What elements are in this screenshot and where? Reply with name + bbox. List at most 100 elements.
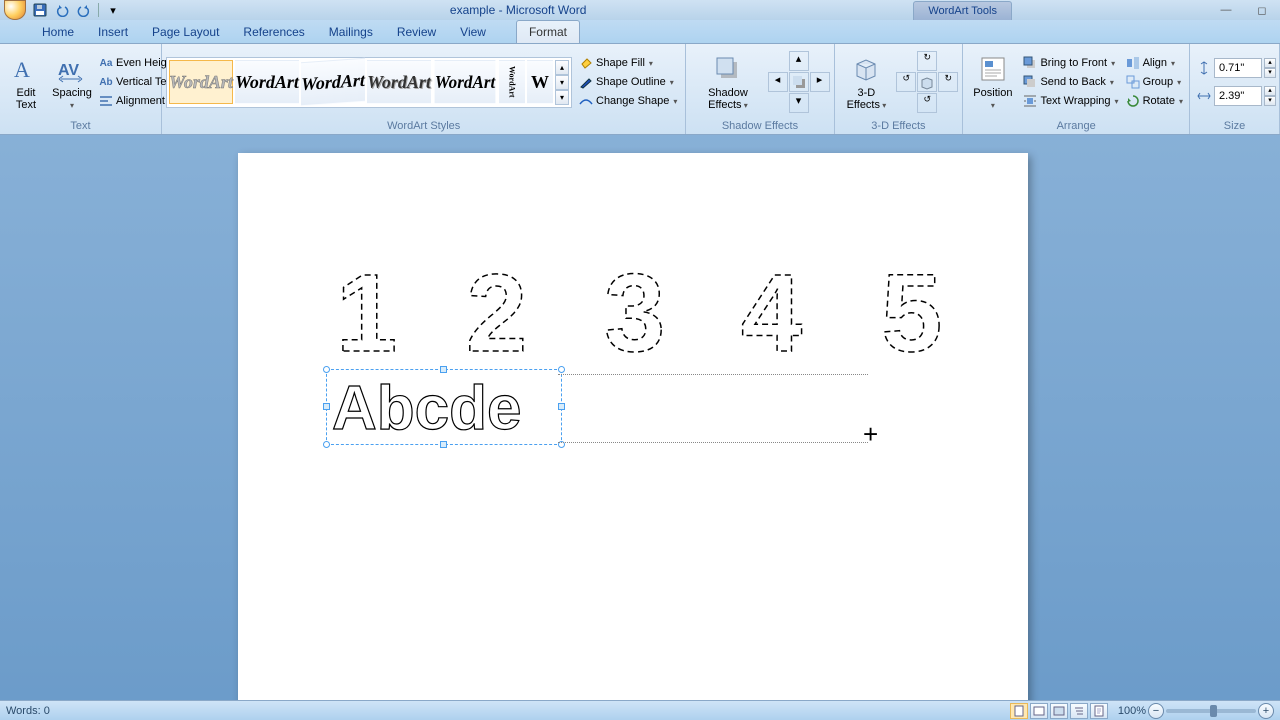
wordart-style-2[interactable]: WordArt: [235, 60, 299, 104]
tab-format[interactable]: Format: [516, 20, 580, 43]
group-label-3d: 3-D Effects: [839, 118, 959, 134]
cursor-crosshair: +: [863, 419, 878, 450]
zoom-in-button[interactable]: +: [1258, 703, 1274, 719]
svg-text:3: 3: [604, 252, 665, 371]
shape-fill-button[interactable]: Shape Fill: [576, 54, 679, 72]
shadow-effects-button[interactable]: Shadow Effects: [690, 51, 765, 113]
status-words[interactable]: Words: 0: [6, 705, 50, 717]
view-web-layout[interactable]: [1050, 703, 1068, 719]
view-outline[interactable]: [1070, 703, 1088, 719]
zoom-level[interactable]: 100%: [1118, 705, 1146, 717]
gallery-scroll-down[interactable]: ▾: [555, 75, 569, 90]
shape-outline-button[interactable]: Shape Outline: [576, 73, 679, 91]
group-label-shadow: Shadow Effects: [690, 118, 829, 134]
width-input[interactable]: [1214, 86, 1262, 106]
change-shape-icon: [578, 93, 594, 109]
3d-effects-button[interactable]: 3-D Effects: [839, 51, 895, 113]
width-spin-up[interactable]: ▴: [1264, 86, 1276, 96]
paint-bucket-icon: [578, 55, 594, 71]
window-title: example - Microsoft Word: [123, 3, 913, 17]
wordart-style-6[interactable]: WordArt: [499, 60, 525, 104]
wordart-style-4[interactable]: WordArt: [367, 60, 431, 104]
position-icon: [977, 53, 1009, 85]
height-icon: [1196, 60, 1212, 76]
tab-insert[interactable]: Insert: [86, 21, 140, 43]
cube-icon: [850, 53, 882, 85]
tilt-up[interactable]: ↻: [917, 51, 937, 71]
office-button[interactable]: [4, 0, 26, 20]
change-shape-button[interactable]: Change Shape: [576, 92, 679, 110]
save-icon[interactable]: [30, 1, 50, 19]
ribbon-tabs: Home Insert Page Layout References Maili…: [0, 20, 1280, 44]
nudge-shadow-up[interactable]: ▴: [789, 51, 809, 71]
redo-icon[interactable]: [74, 1, 94, 19]
svg-text:2: 2: [466, 252, 527, 371]
group-button[interactable]: Group: [1123, 73, 1185, 91]
bring-to-front-button[interactable]: Bring to Front: [1020, 54, 1120, 72]
group-label-wordart-styles: WordArt Styles: [166, 118, 681, 134]
tilt-left[interactable]: ↺: [896, 72, 916, 92]
gallery-more-button[interactable]: ▾: [555, 90, 569, 105]
rotate-icon: [1125, 93, 1141, 109]
vertical-text-icon: Ab: [98, 74, 114, 90]
zoom-slider[interactable]: [1166, 709, 1256, 713]
align-icon: [1125, 55, 1141, 71]
group-label-arrange: Arrange: [967, 118, 1185, 134]
tab-mailings[interactable]: Mailings: [317, 21, 385, 43]
minimize-button[interactable]: —: [1212, 2, 1240, 18]
edit-text-icon: A: [10, 53, 42, 85]
align-button[interactable]: Align: [1123, 54, 1185, 72]
even-height-icon: Aa: [98, 55, 114, 71]
3d-toggle[interactable]: [917, 72, 937, 92]
wordart-style-7[interactable]: W: [527, 60, 553, 104]
bring-front-icon: [1022, 55, 1038, 71]
nudge-shadow-right[interactable]: ▸: [810, 72, 830, 92]
text-wrapping-button[interactable]: Text Wrapping: [1020, 92, 1120, 110]
height-input[interactable]: [1214, 58, 1262, 78]
wordart-style-5[interactable]: WordArt: [435, 60, 496, 104]
contextual-tab-label: WordArt Tools: [913, 1, 1012, 20]
view-draft[interactable]: [1090, 703, 1108, 719]
width-spin-down[interactable]: ▾: [1264, 96, 1276, 106]
pencil-icon: [578, 74, 594, 90]
nudge-shadow-left[interactable]: ◂: [768, 72, 788, 92]
wordart-style-gallery[interactable]: WordArt WordArt WordArt WordArt WordArt …: [166, 57, 572, 108]
height-spin-up[interactable]: ▴: [1264, 58, 1276, 68]
wordart-style-3[interactable]: WordArt: [301, 58, 365, 106]
ribbon: A Edit Text AV Spacing AaEven Height AbV…: [0, 44, 1280, 135]
document-area[interactable]: 1 2 3 4 5 Abcde +: [0, 135, 1280, 700]
tab-home[interactable]: Home: [30, 21, 86, 43]
quick-access-toolbar: ▾: [30, 1, 123, 19]
qat-customize-icon[interactable]: ▾: [103, 1, 123, 19]
edit-text-button[interactable]: A Edit Text: [4, 51, 48, 113]
send-back-icon: [1022, 74, 1038, 90]
tab-review[interactable]: Review: [385, 21, 448, 43]
tab-page-layout[interactable]: Page Layout: [140, 21, 231, 43]
undo-icon[interactable]: [52, 1, 72, 19]
tab-references[interactable]: References: [231, 21, 316, 43]
rotate-button[interactable]: Rotate: [1123, 92, 1185, 110]
group-label-size: Size: [1194, 118, 1275, 134]
svg-text:A: A: [14, 57, 30, 82]
svg-text:Abcde: Abcde: [332, 374, 521, 441]
view-print-layout[interactable]: [1010, 703, 1028, 719]
wordart-style-1[interactable]: WordArt: [169, 60, 233, 104]
tab-view[interactable]: View: [448, 21, 498, 43]
nudge-shadow-down[interactable]: ▾: [789, 93, 809, 113]
view-full-screen[interactable]: [1030, 703, 1048, 719]
svg-text:4: 4: [741, 252, 802, 371]
spacing-button[interactable]: AV Spacing: [50, 51, 94, 113]
width-icon: [1196, 88, 1212, 104]
tilt-right[interactable]: ↻: [938, 72, 958, 92]
shadow-toggle[interactable]: [789, 72, 809, 92]
wordart-letters-selected[interactable]: Abcde: [330, 373, 558, 441]
zoom-out-button[interactable]: −: [1148, 703, 1164, 719]
tilt-down[interactable]: ↺: [917, 93, 937, 113]
height-spin-down[interactable]: ▾: [1264, 68, 1276, 78]
send-to-back-button[interactable]: Send to Back: [1020, 73, 1120, 91]
position-button[interactable]: Position: [967, 51, 1018, 113]
text-wrap-icon: [1022, 93, 1038, 109]
maximize-button[interactable]: ◻: [1248, 2, 1276, 18]
gallery-scroll-up[interactable]: ▴: [555, 60, 569, 75]
page: 1 2 3 4 5 Abcde +: [238, 153, 1028, 700]
